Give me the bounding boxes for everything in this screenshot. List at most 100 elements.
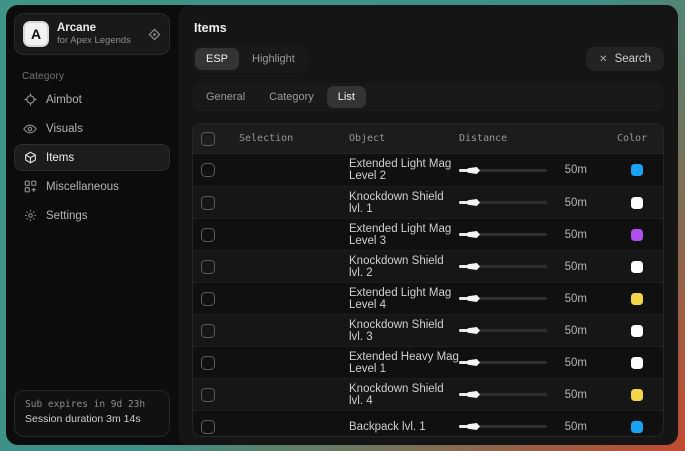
- distance-value: 50m: [559, 229, 587, 241]
- table-row: Extended Heavy Mag Level 1 50m: [193, 346, 663, 378]
- color-swatch[interactable]: [631, 325, 643, 337]
- color-swatch[interactable]: [631, 357, 643, 369]
- tab-general[interactable]: General: [195, 86, 256, 108]
- sub-expiry-text: Sub expires in 9d 23h: [25, 398, 159, 412]
- distance-slider[interactable]: [459, 393, 547, 396]
- row-checkbox[interactable]: [201, 356, 215, 370]
- sidebar-item-label: Visuals: [46, 123, 83, 135]
- table-row: Knockdown Shield lvl. 4 50m: [193, 378, 663, 410]
- slider-handle-icon[interactable]: [467, 391, 480, 398]
- items-table: Selection Object Distance Color Extended…: [192, 123, 664, 437]
- distance-slider[interactable]: [459, 425, 547, 428]
- table-row: Backpack lvl. 1 50m: [193, 410, 663, 437]
- slider-handle-icon[interactable]: [467, 423, 480, 430]
- slider-handle-icon[interactable]: [467, 199, 480, 206]
- table-row: Knockdown Shield lvl. 2 50m: [193, 250, 663, 282]
- gear-icon: [23, 209, 37, 222]
- distance-value: 50m: [559, 389, 587, 401]
- object-name: Backpack lvl. 1: [349, 421, 459, 433]
- column-header-selection: Selection: [237, 133, 349, 144]
- column-header-object: Object: [349, 133, 459, 144]
- sidebar-item-visuals[interactable]: Visuals: [14, 115, 170, 142]
- table-row: Extended Light Mag Level 2 50m: [193, 154, 663, 186]
- search-button[interactable]: ✕ Search: [586, 47, 664, 71]
- distance-value: 50m: [559, 357, 587, 369]
- page-title: Items: [194, 21, 664, 35]
- table-body: Extended Light Mag Level 2 50m Knockdown…: [193, 154, 663, 437]
- row-checkbox[interactable]: [201, 196, 215, 210]
- column-header-color: Color: [617, 133, 659, 144]
- color-swatch[interactable]: [631, 229, 643, 241]
- sidebar-nav: Aimbot Visuals Items Miscellaneous Setti…: [14, 86, 170, 229]
- sidebar-item-label: Items: [46, 152, 74, 164]
- color-swatch[interactable]: [631, 421, 643, 433]
- object-name: Extended Heavy Mag Level 1: [349, 351, 459, 375]
- table-row: Knockdown Shield lvl. 3 50m: [193, 314, 663, 346]
- distance-slider[interactable]: [459, 297, 547, 300]
- object-name: Knockdown Shield lvl. 4: [349, 383, 459, 407]
- distance-value: 50m: [559, 293, 587, 305]
- row-checkbox[interactable]: [201, 324, 215, 338]
- object-name: Knockdown Shield lvl. 2: [349, 255, 459, 279]
- tab-category[interactable]: Category: [258, 86, 325, 108]
- emblem-icon[interactable]: [148, 28, 161, 41]
- slider-handle-icon[interactable]: [467, 359, 480, 366]
- distance-slider[interactable]: [459, 201, 547, 204]
- eye-icon: [23, 122, 37, 136]
- distance-slider[interactable]: [459, 329, 547, 332]
- row-checkbox[interactable]: [201, 292, 215, 306]
- table-row: Extended Light Mag Level 3 50m: [193, 218, 663, 250]
- object-name: Extended Light Mag Level 3: [349, 223, 459, 247]
- brand-card: A Arcane for Apex Legends: [14, 13, 170, 55]
- table-row: Knockdown Shield lvl. 1 50m: [193, 186, 663, 218]
- color-swatch[interactable]: [631, 164, 643, 176]
- tab-list[interactable]: List: [327, 86, 366, 108]
- session-duration-text: Session duration 3m 14s: [25, 412, 159, 428]
- distance-slider[interactable]: [459, 169, 547, 172]
- distance-value: 50m: [559, 325, 587, 337]
- tab-esp[interactable]: ESP: [195, 48, 239, 70]
- sidebar-item-items[interactable]: Items: [14, 144, 170, 171]
- column-header-distance: Distance: [459, 133, 617, 144]
- object-name: Extended Light Mag Level 2: [349, 158, 459, 182]
- select-all-checkbox[interactable]: [201, 132, 215, 146]
- x-icon: ✕: [599, 54, 607, 65]
- session-card: Sub expires in 9d 23h Session duration 3…: [14, 390, 170, 437]
- slider-handle-icon[interactable]: [467, 295, 480, 302]
- toolbar: ESP Highlight ✕ Search: [192, 45, 664, 73]
- distance-slider[interactable]: [459, 265, 547, 268]
- row-checkbox[interactable]: [201, 260, 215, 274]
- sidebar-item-miscellaneous[interactable]: Miscellaneous: [14, 173, 170, 200]
- color-swatch[interactable]: [631, 389, 643, 401]
- app-title: Arcane: [57, 21, 140, 35]
- distance-value: 50m: [559, 197, 587, 209]
- app-logo: A: [23, 21, 49, 47]
- app-subtitle: for Apex Legends: [57, 35, 140, 47]
- row-checkbox[interactable]: [201, 163, 215, 177]
- slider-handle-icon[interactable]: [467, 327, 480, 334]
- distance-slider[interactable]: [459, 361, 547, 364]
- distance-value: 50m: [559, 421, 587, 433]
- tab-highlight[interactable]: Highlight: [241, 48, 306, 70]
- slider-handle-icon[interactable]: [467, 167, 480, 174]
- main-panel: Items ESP Highlight ✕ Search General Cat…: [178, 5, 678, 445]
- row-checkbox[interactable]: [201, 388, 215, 402]
- row-checkbox[interactable]: [201, 228, 215, 242]
- search-button-label: Search: [615, 53, 651, 65]
- color-swatch[interactable]: [631, 293, 643, 305]
- distance-value: 50m: [559, 164, 587, 176]
- color-swatch[interactable]: [631, 197, 643, 209]
- box-icon: [23, 151, 37, 164]
- app-window: A Arcane for Apex Legends Category Aimbo…: [6, 5, 678, 445]
- color-swatch[interactable]: [631, 261, 643, 273]
- sidebar-item-aimbot[interactable]: Aimbot: [14, 86, 170, 113]
- object-name: Extended Light Mag Level 4: [349, 287, 459, 311]
- table-header-row: Selection Object Distance Color: [193, 124, 663, 154]
- distance-slider[interactable]: [459, 233, 547, 236]
- sidebar-item-settings[interactable]: Settings: [14, 202, 170, 229]
- row-checkbox[interactable]: [201, 420, 215, 434]
- sidebar-item-label: Aimbot: [46, 94, 82, 106]
- slider-handle-icon[interactable]: [467, 263, 480, 270]
- sidebar-item-label: Miscellaneous: [46, 181, 119, 193]
- slider-handle-icon[interactable]: [467, 231, 480, 238]
